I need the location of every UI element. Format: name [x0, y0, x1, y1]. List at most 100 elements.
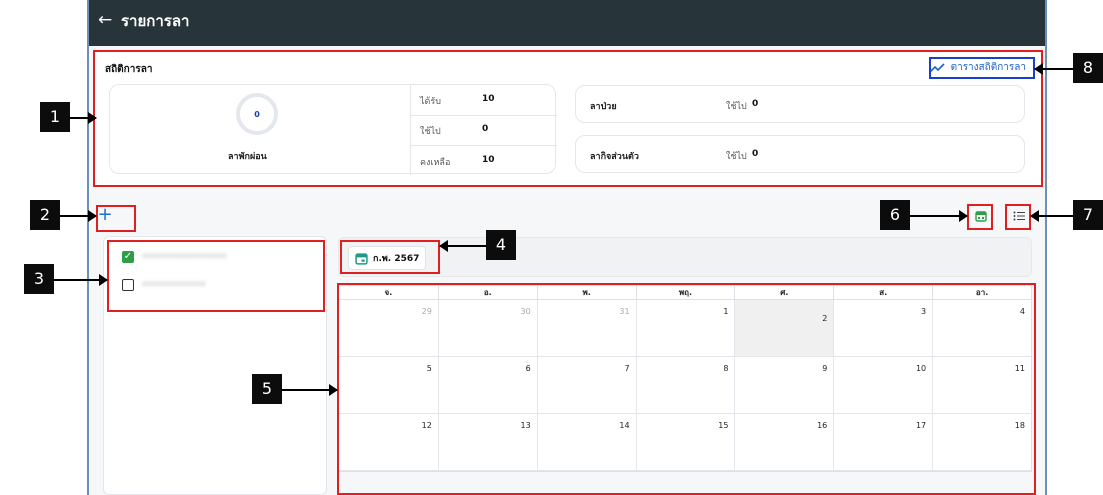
day-number: 31	[619, 307, 630, 316]
weekday-label: อ.	[437, 286, 537, 300]
day-number: 4	[1019, 307, 1025, 316]
leave-stats-card: สถิติการลา ตารางสถิติการลา 0 ลาพักผ่อน ไ…	[95, 52, 1041, 185]
calendar-day[interactable]: 9	[734, 357, 833, 413]
stats-table-link-label: ตารางสถิติการลา	[950, 62, 1026, 73]
day-number: 6	[525, 364, 531, 373]
day-number: 12	[421, 421, 432, 430]
calendar-day[interactable]: 4	[932, 300, 1031, 356]
leave-type-filter-panel: ✓ •••••••••••••••• ••••••••••••	[103, 236, 327, 495]
callout-badge: 4	[486, 230, 516, 260]
page: ← รายการลา สถิติการลา ตารางสถิติการลา 0 …	[0, 0, 1103, 495]
day-number: 16	[817, 421, 828, 430]
weekday-label: อา.	[932, 286, 1031, 300]
callout-badge: 1	[40, 102, 70, 132]
callout-badge: 5	[252, 374, 282, 404]
received-value: 10	[482, 94, 495, 104]
list-view-button[interactable]	[1007, 204, 1031, 228]
filter-item[interactable]: ✓ ••••••••••••••••	[122, 251, 227, 263]
page-title: รายการลา	[121, 12, 190, 30]
day-number: 7	[624, 364, 630, 373]
calendar-day[interactable]: 31	[536, 300, 636, 356]
callout-badge: 3	[24, 264, 54, 294]
calendar-day[interactable]: 11	[932, 357, 1031, 413]
list-icon	[1013, 211, 1025, 221]
calendar-day[interactable]: 17	[833, 414, 932, 470]
vacation-ring-value: 0	[254, 109, 260, 119]
callout-arrow	[282, 384, 338, 396]
divider	[410, 85, 411, 175]
divider	[410, 115, 557, 116]
day-number: 29	[421, 307, 432, 316]
callout-arrow	[1034, 63, 1073, 75]
filter-item[interactable]: ••••••••••••	[122, 279, 206, 291]
calendar-day[interactable]: 12	[339, 414, 438, 470]
callout-arrow	[60, 210, 97, 222]
month-picker[interactable]: ก.พ. 2567	[348, 246, 427, 270]
day-number: 15	[718, 421, 729, 430]
calendar-day[interactable]: 8	[635, 357, 735, 413]
callout-arrow	[70, 112, 97, 124]
calendar-day[interactable]: 7	[536, 357, 636, 413]
vacation-label: ลาพักผ่อน	[228, 152, 267, 162]
calendar-day[interactable]: 6	[437, 357, 537, 413]
calendar-view-button[interactable]	[969, 204, 993, 228]
calendar-day[interactable]: 10	[833, 357, 932, 413]
calendar-day-today[interactable]: 2	[734, 300, 834, 356]
sick-leave-box: ลาป่วย ใช้ไป 0	[575, 85, 1025, 123]
received-label: ได้รับ	[420, 97, 441, 107]
used-value: 0	[482, 124, 489, 134]
day-number: 9	[822, 364, 828, 373]
day-number: 8	[723, 364, 729, 373]
day-number: 5	[426, 364, 432, 373]
weekday-label: พ.	[536, 286, 636, 300]
calendar-day[interactable]: 5	[339, 357, 438, 413]
sick-used-label: ใช้ไป	[726, 102, 747, 112]
checkbox-checked[interactable]: ✓	[122, 251, 134, 263]
checkbox-unchecked[interactable]	[122, 279, 134, 291]
calendar-day[interactable]: 30	[437, 300, 537, 356]
calendar-week: 5 6 7 8 9 10 11	[339, 357, 1031, 414]
calendar-day[interactable]: 15	[635, 414, 735, 470]
weekday-label: ศ.	[734, 286, 833, 300]
calendar-day[interactable]: 18	[932, 414, 1031, 470]
remaining-label: คงเหลือ	[420, 158, 451, 168]
callout-arrow	[1030, 210, 1073, 222]
top-bar: ← รายการลา	[89, 0, 1045, 46]
callout-badge: 7	[1073, 200, 1103, 230]
day-number: 3	[921, 307, 927, 316]
day-number: 13	[520, 421, 531, 430]
calendar-day[interactable]: 1	[635, 300, 735, 356]
month-calendar: จ. อ. พ. พฤ. ศ. ส. อา. 29 30 31 1 2 3 4 …	[338, 285, 1032, 472]
calendar-day[interactable]: 13	[437, 414, 537, 470]
personal-used-label: ใช้ไป	[726, 152, 747, 162]
day-number: 17	[915, 421, 927, 430]
used-label: ใช้ไป	[420, 127, 441, 137]
month-label: ก.พ. 2567	[373, 254, 420, 264]
plus-icon: +	[97, 204, 113, 225]
remaining-value: 10	[482, 155, 495, 165]
calendar-day[interactable]: 29	[339, 300, 438, 356]
stats-title: สถิติการลา	[105, 64, 153, 75]
day-number: 18	[1014, 421, 1025, 430]
vacation-leave-box: 0 ลาพักผ่อน ได้รับ 10 ใช้ไป 0 คงเหลือ 10	[109, 84, 557, 175]
calendar-week: 29 30 31 1 2 3 4	[339, 300, 1031, 357]
filter-label: ••••••••••••••••	[142, 252, 227, 262]
arrow-left-icon[interactable]: ←	[98, 10, 112, 30]
divider	[410, 145, 557, 146]
day-number: 14	[619, 421, 630, 430]
callout-arrow	[910, 210, 968, 222]
weekday-header: จ. อ. พ. พฤ. ศ. ส. อา.	[339, 286, 1031, 300]
calendar-day[interactable]: 14	[536, 414, 636, 470]
callout-badge: 8	[1073, 53, 1103, 83]
calendar-day[interactable]: 3	[833, 300, 932, 356]
calendar-day[interactable]: 16	[734, 414, 833, 470]
stats-table-link[interactable]: ตารางสถิติการลา	[929, 60, 1026, 75]
weekday-label: พฤ.	[635, 286, 735, 300]
callout-arrow	[54, 274, 108, 286]
day-number: 2	[822, 314, 828, 323]
day-number: 10	[915, 364, 927, 373]
day-number: 11	[1014, 364, 1025, 373]
calendar-icon	[975, 211, 987, 222]
filter-label: ••••••••••••	[142, 280, 206, 290]
sick-used-value: 0	[752, 99, 759, 109]
